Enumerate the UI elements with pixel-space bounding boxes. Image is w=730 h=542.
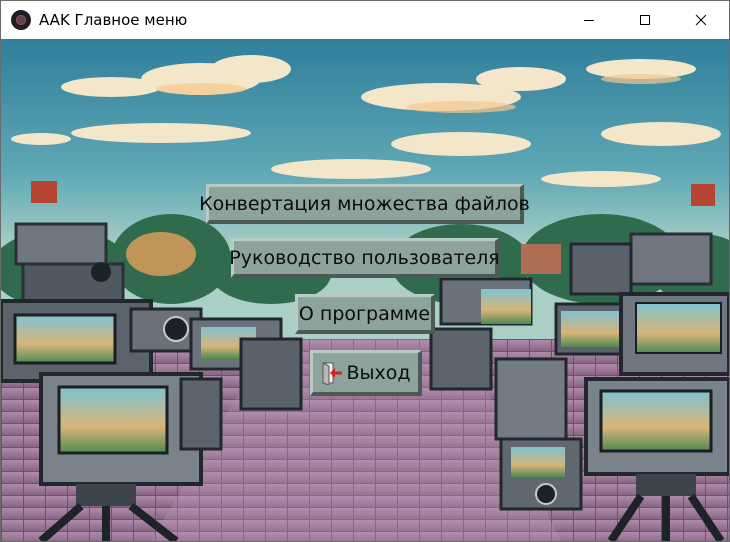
user-guide-label: Руководство пользователя <box>229 246 500 269</box>
window-title: AAK Главное меню <box>39 11 188 29</box>
user-guide-button[interactable]: Руководство пользователя <box>229 238 500 278</box>
maximize-button[interactable] <box>617 1 673 39</box>
app-logo-icon <box>11 10 31 30</box>
main-content: Конвертация множества файлов Руководство… <box>1 39 729 541</box>
minimize-button[interactable] <box>561 1 617 39</box>
convert-files-button[interactable]: Конвертация множества файлов <box>199 184 530 224</box>
pixel-art-cameras-background <box>1 39 729 541</box>
about-button[interactable]: О программе <box>295 294 435 334</box>
maximize-icon <box>640 15 650 25</box>
main-window: AAK Главное меню Конвертация множества ф… <box>0 0 730 542</box>
close-button[interactable] <box>673 1 729 39</box>
convert-files-label: Конвертация множества файлов <box>199 192 530 215</box>
exit-door-icon <box>322 361 343 385</box>
window-controls <box>561 1 729 39</box>
minimize-icon <box>584 20 594 21</box>
close-icon <box>695 14 707 26</box>
about-label: О программе <box>298 302 431 325</box>
title-bar[interactable]: AAK Главное меню <box>1 1 729 39</box>
exit-label: Выход <box>346 361 411 384</box>
exit-button[interactable]: Выход <box>310 350 422 396</box>
